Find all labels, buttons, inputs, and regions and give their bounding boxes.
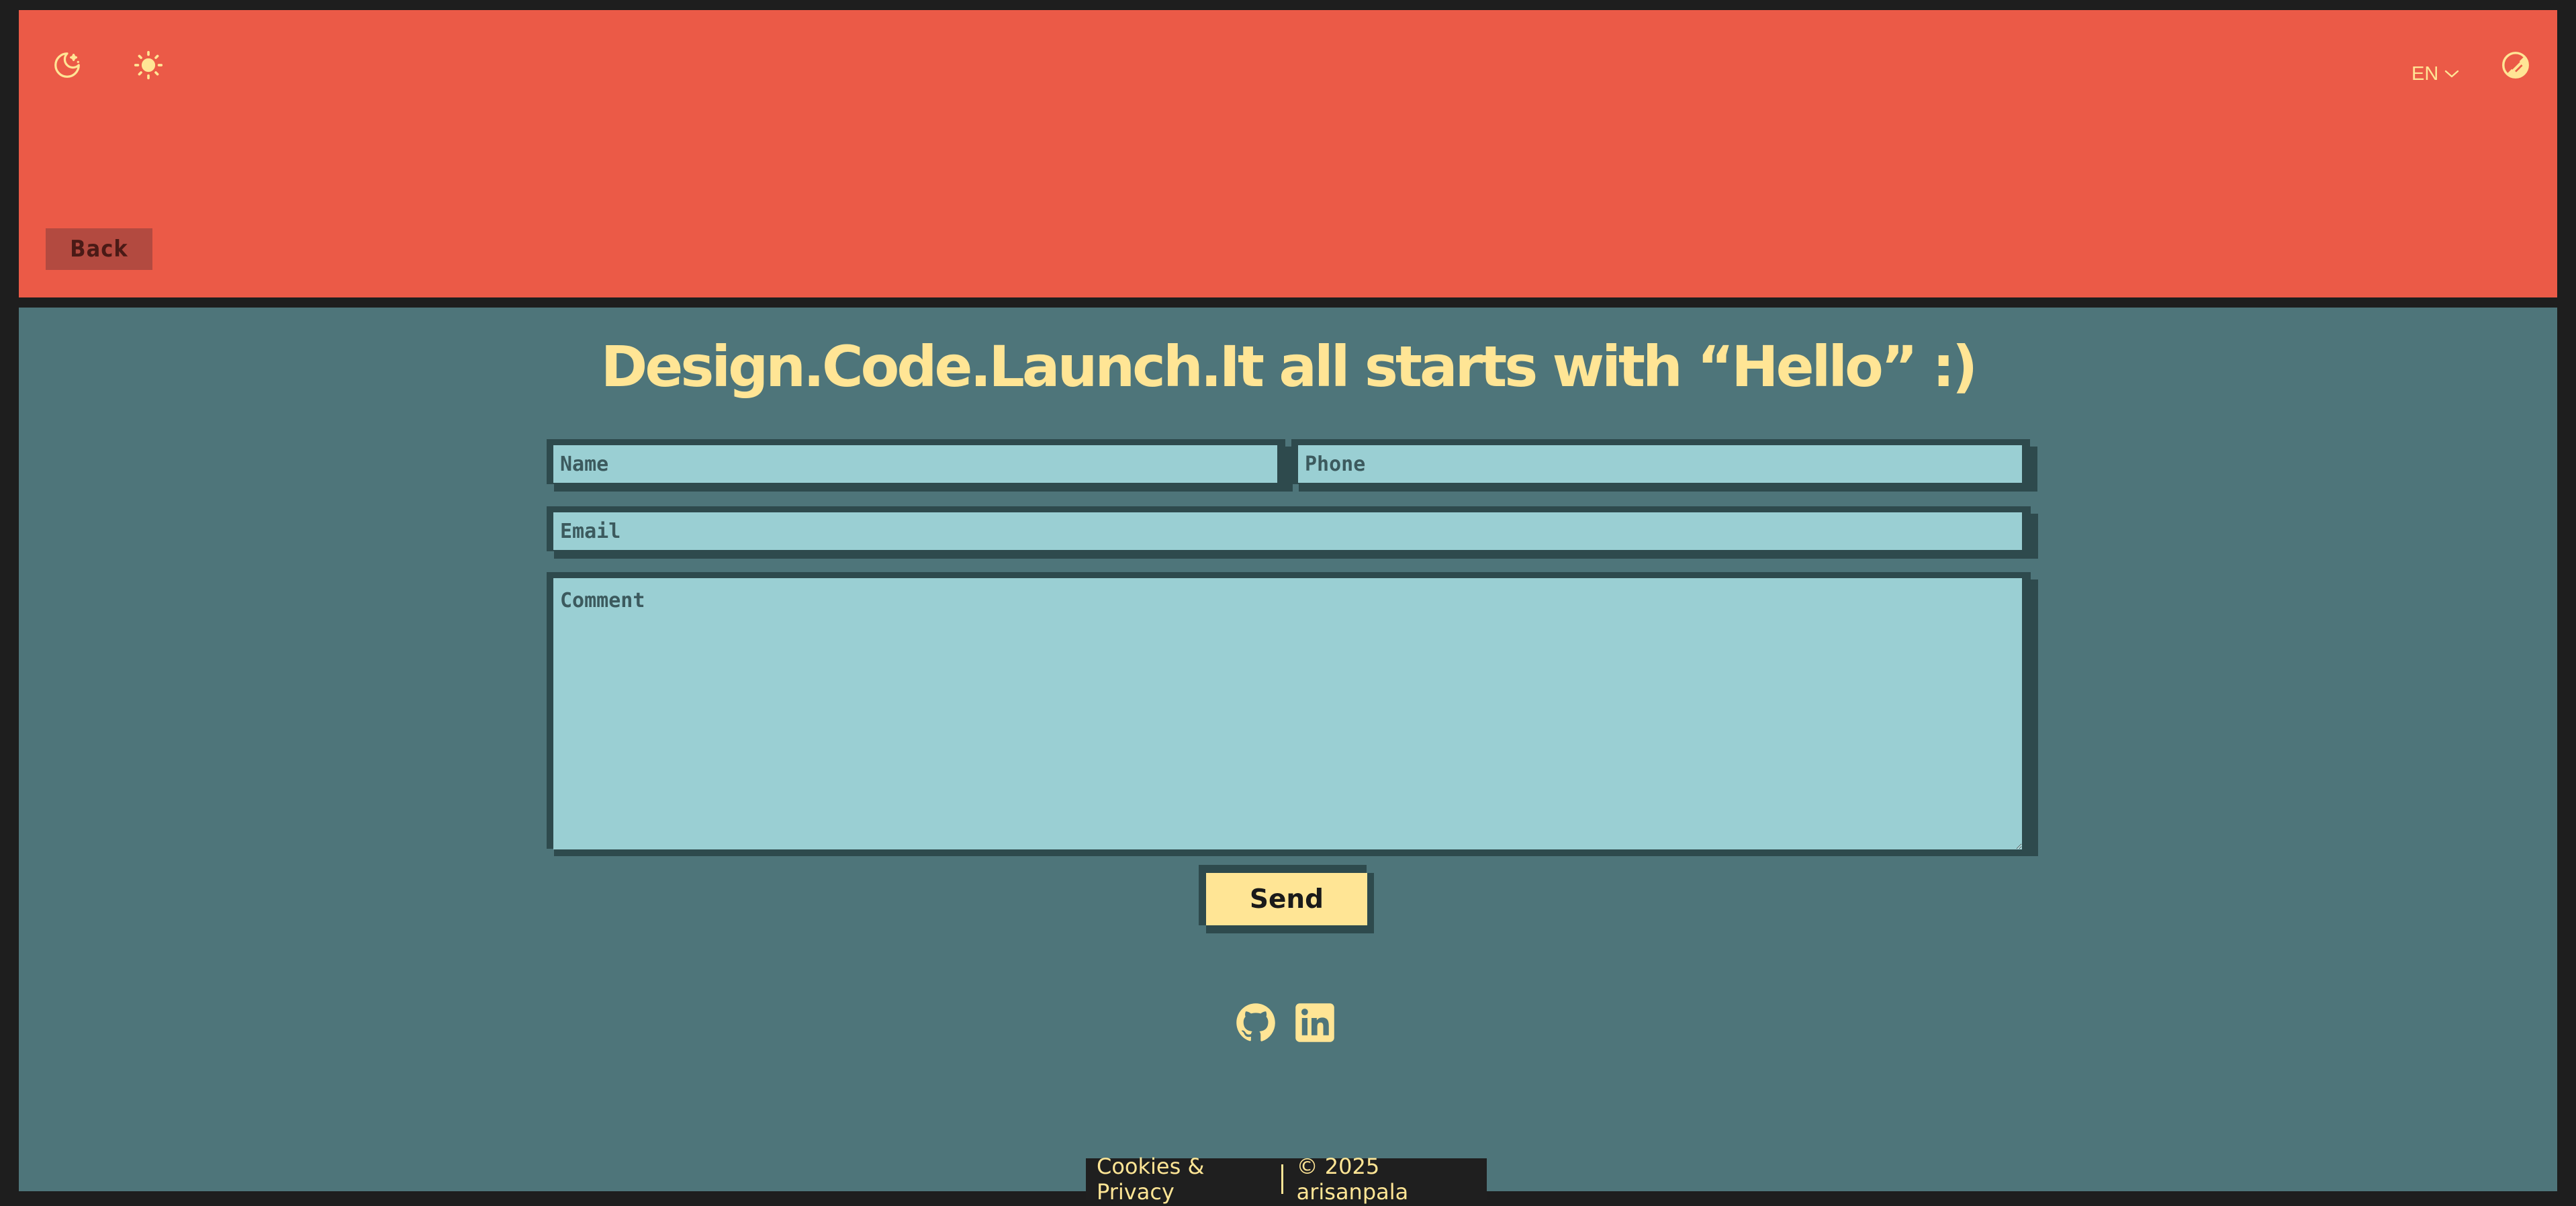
name-field-wrapper	[547, 439, 1295, 493]
contrast-icon	[2502, 52, 2529, 79]
footer-divider	[1281, 1164, 1283, 1194]
cookies-privacy-link[interactable]: Cookies & Privacy	[1097, 1154, 1268, 1205]
comment-field-wrapper	[547, 572, 2040, 857]
name-input[interactable]	[553, 445, 1277, 483]
copyright-text: © 2025 arisanpala	[1296, 1154, 1409, 1205]
linkedin-icon	[1295, 1003, 1334, 1042]
back-button[interactable]: Back	[46, 228, 152, 270]
language-label: EN	[2411, 62, 2439, 85]
github-icon	[1236, 1003, 1275, 1041]
social-links	[1236, 1003, 1335, 1046]
language-selector[interactable]: EN	[2411, 62, 2460, 85]
linkedin-link[interactable]	[1295, 1003, 1335, 1046]
top-header: EN Back	[19, 10, 2557, 297]
light-mode-button[interactable]	[128, 45, 169, 85]
sun-icon	[134, 50, 163, 80]
email-field-wrapper	[547, 506, 2040, 560]
send-button-wrapper: Send	[1199, 865, 1393, 933]
phone-input[interactable]	[1298, 445, 2022, 483]
phone-field-wrapper	[1291, 439, 2040, 493]
send-button[interactable]: Send	[1206, 873, 1367, 925]
contact-section: Design.Code.Launch.It all starts with “H…	[19, 308, 2557, 1191]
github-link[interactable]	[1236, 1003, 1276, 1046]
comment-textarea[interactable]	[553, 578, 2022, 849]
moon-stars-icon	[54, 52, 80, 78]
night-mode-button[interactable]	[47, 45, 87, 85]
email-input[interactable]	[553, 512, 2022, 550]
chevron-down-icon	[2445, 70, 2459, 78]
page-title: Design.Code.Launch.It all starts with “H…	[600, 334, 1978, 400]
site-footer: Cookies & Privacy © 2025 arisanpala	[1086, 1154, 1487, 1205]
contrast-toggle-button[interactable]	[2495, 45, 2536, 85]
